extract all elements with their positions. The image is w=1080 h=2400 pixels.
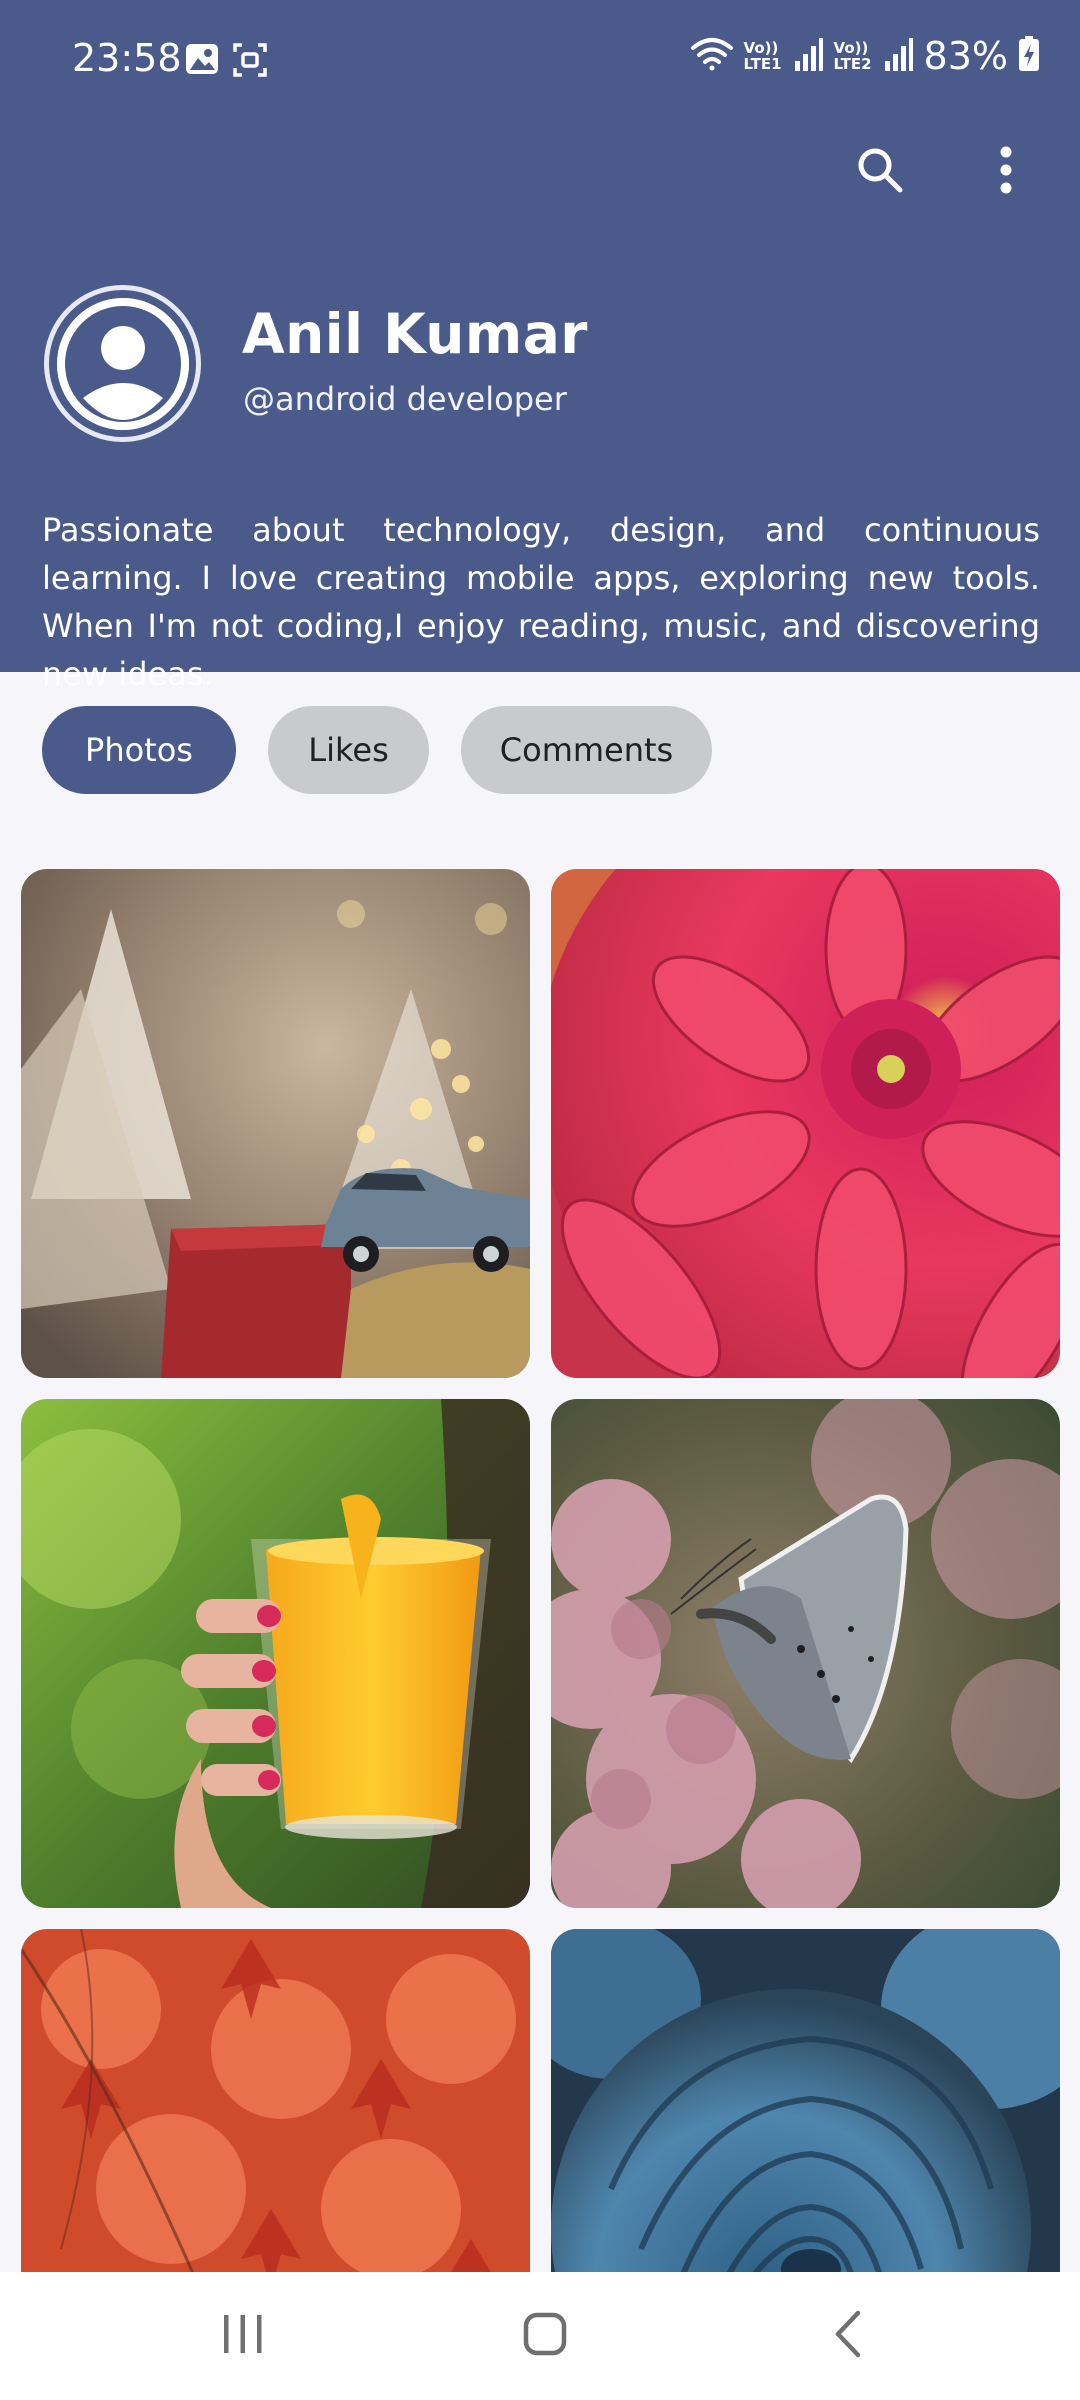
profile-bio: Passionate about technology, design, and… — [42, 511, 1040, 693]
sim2-text: Vo)) LTE2 — [833, 39, 872, 73]
back-button[interactable] — [788, 2296, 908, 2376]
more-vert-icon — [999, 146, 1013, 198]
photo-tile[interactable] — [21, 1399, 530, 1908]
wifi-icon — [690, 36, 734, 76]
photo-toy-car — [21, 869, 530, 1378]
photo-orange-juice — [21, 1399, 530, 1908]
sim2-lte-label: Vo)) LTE2 — [834, 40, 874, 72]
photo-butterfly — [551, 1399, 1060, 1908]
tab-photos[interactable]: Photos — [42, 706, 236, 794]
recent-apps-icon — [221, 2313, 265, 2359]
tab-comments[interactable]: Comments — [461, 706, 712, 794]
system-nav-bar — [0, 2272, 1080, 2400]
photo-tile[interactable] — [551, 1399, 1060, 1908]
more-options-button[interactable] — [966, 132, 1046, 212]
photo-dahlia — [551, 869, 1060, 1378]
profile-name: Anil Kumar — [242, 302, 588, 366]
search-button[interactable] — [840, 132, 920, 212]
profile-handle: @android developer — [243, 380, 567, 418]
back-icon — [833, 2310, 863, 2362]
photo-tile[interactable] — [21, 869, 530, 1378]
avatar[interactable] — [44, 285, 201, 442]
person-avatar-icon — [56, 297, 189, 430]
profile-header: 23:58 Vo)) LTE1 Vo)) LTE2 83% Anil Kumar… — [0, 0, 1080, 693]
signal-icon — [884, 37, 914, 75]
recent-apps-button[interactable] — [183, 2296, 303, 2376]
sim1-lte-label: Vo)) LTE1 — [744, 40, 784, 72]
battery-percent: 83% — [923, 34, 1008, 78]
status-bar: 23:58 Vo)) LTE1 Vo)) LTE2 83% — [0, 0, 1080, 120]
tab-likes[interactable]: Likes — [268, 706, 429, 794]
photo-tile[interactable] — [551, 869, 1060, 1378]
screenshot-icon — [232, 42, 268, 82]
search-icon — [854, 144, 906, 200]
signal-icon — [794, 37, 824, 75]
status-time: 23:58 — [72, 36, 182, 80]
sim1-text: Vo)) LTE1 — [743, 39, 782, 73]
profile-tabs: Photos Likes Comments — [42, 706, 712, 794]
home-icon — [522, 2311, 568, 2361]
battery-charging-icon — [1018, 36, 1040, 76]
home-button[interactable] — [485, 2296, 605, 2376]
status-right-group: Vo)) LTE1 Vo)) LTE2 83% — [690, 34, 1040, 78]
gallery-notification-icon — [184, 42, 220, 80]
